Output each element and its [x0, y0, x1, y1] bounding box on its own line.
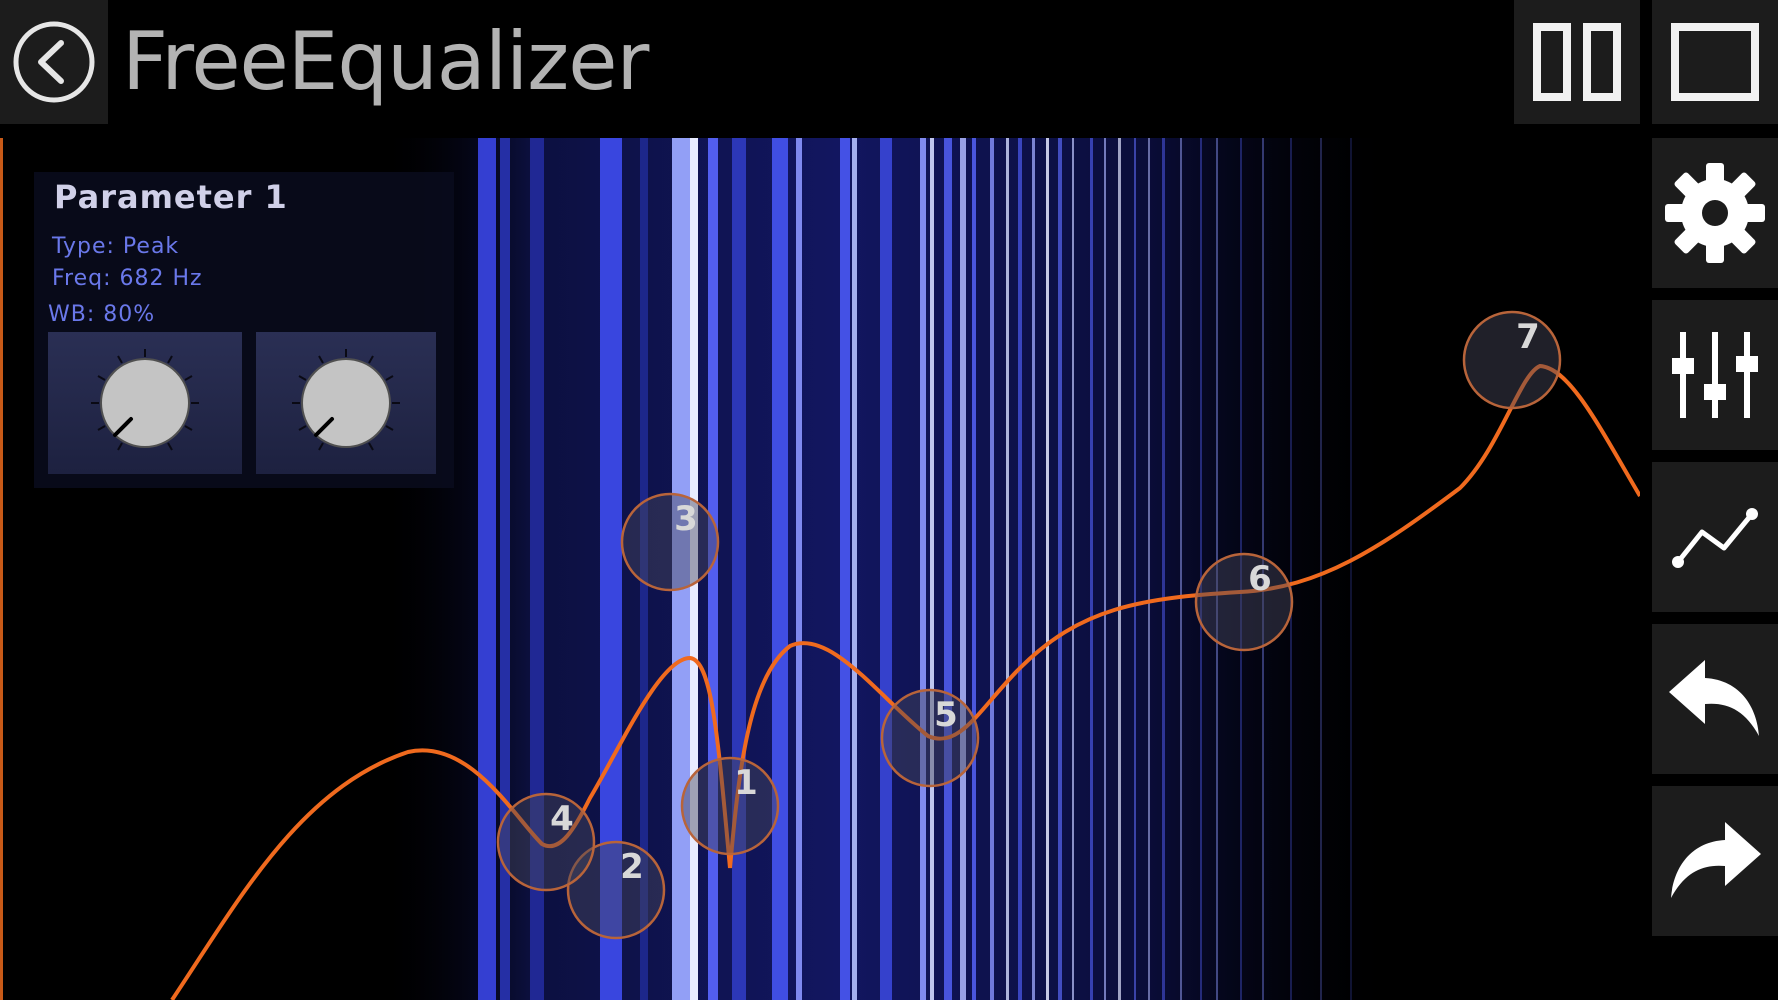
back-arrow-icon [13, 21, 95, 103]
eq-node-circle[interactable] [680, 756, 780, 856]
filter-type-label: Type: Peak [52, 234, 180, 259]
eq-node-circle[interactable] [1194, 552, 1294, 652]
spectrum-band [1072, 138, 1074, 1000]
spectrum-band [920, 138, 926, 1000]
eq-node-handle[interactable]: 7 [1462, 310, 1562, 410]
frequency-label: Freq: 682 Hz [52, 266, 203, 291]
knob-icon [91, 349, 199, 451]
fullscreen-button[interactable] [1652, 0, 1778, 124]
redo-button[interactable] [1652, 786, 1778, 936]
parameter-title: Parameter 1 [54, 178, 288, 216]
spectrum-band [960, 138, 966, 1000]
eq-node-label: 6 [1248, 559, 1272, 599]
spectrum-band [1032, 138, 1035, 1000]
undo-icon [1669, 660, 1759, 736]
spectrum-band [1046, 138, 1049, 1000]
spectrum-band [944, 138, 952, 1000]
spectrum-band [930, 138, 934, 1000]
eq-node-label: 2 [620, 847, 644, 887]
eq-node-label: 1 [734, 763, 758, 803]
spectrum-band [478, 138, 496, 1000]
fullscreen-icon [1671, 23, 1759, 101]
frequency-knob[interactable] [48, 332, 242, 474]
spectrum-band [1134, 138, 1136, 1000]
eq-node-circle[interactable] [620, 492, 720, 592]
spectrum-band [1148, 138, 1150, 1000]
spectrum-band [1350, 138, 1352, 1000]
spectrum-band [772, 138, 788, 1000]
eq-node-circle[interactable] [496, 792, 596, 892]
split-view-button[interactable] [1514, 0, 1640, 124]
spectrum-band [796, 138, 802, 1000]
eq-node-label: 5 [934, 695, 958, 735]
eq-node-circle[interactable] [1462, 310, 1562, 410]
graph-edge-marker [0, 138, 3, 1000]
spectrum-band [1162, 138, 1165, 1000]
spectrum-band [1200, 138, 1202, 1000]
spectrum-band [1118, 138, 1121, 1000]
eq-node-handle[interactable]: 6 [1194, 552, 1294, 652]
line-chart-icon [1672, 508, 1758, 568]
eq-node-label: 7 [1516, 317, 1540, 357]
back-button[interactable] [0, 0, 108, 124]
app-title: FreeEqualizer [122, 15, 649, 108]
eq-node-handle[interactable]: 5 [880, 688, 980, 788]
knob-icon [292, 349, 400, 451]
eq-node-label: 4 [550, 799, 574, 839]
spectrum-band [1290, 138, 1292, 1000]
eq-node-handle[interactable]: 1 [680, 756, 780, 856]
eq-node-handle[interactable]: 3 [620, 492, 720, 592]
spectrum-band [732, 138, 746, 1000]
sliders-icon [1672, 332, 1758, 418]
settings-button[interactable] [1652, 138, 1778, 288]
spectrum-band [1104, 138, 1106, 1000]
redo-icon [1671, 822, 1761, 898]
split-view-icon [1533, 23, 1621, 101]
spectrum-band [990, 138, 994, 1000]
spectrum-band [1320, 138, 1322, 1000]
undo-button[interactable] [1652, 624, 1778, 774]
spectrum-band [1180, 138, 1182, 1000]
spectrum-band [840, 138, 850, 1000]
spectrum-band [1058, 138, 1062, 1000]
parameter-panel: Parameter 1 Type: Peak Freq: 682 Hz WB: … [34, 172, 454, 488]
graph-mode-button[interactable] [1652, 462, 1778, 612]
spectrum-band [1006, 138, 1009, 1000]
spectrum-band [880, 138, 892, 1000]
app-window: FreeEqualizer 1 2 3 4 5 6 7 Parameter 1 … [0, 0, 1778, 1000]
spectrum-band [1090, 138, 1093, 1000]
eq-node-circle[interactable] [880, 688, 980, 788]
eq-node-label: 3 [674, 499, 698, 539]
wb-label: WB: 80% [48, 302, 156, 327]
mixer-button[interactable] [1652, 300, 1778, 450]
eq-node-handle[interactable]: 4 [496, 792, 596, 892]
spectrum-band [852, 138, 857, 1000]
gear-icon [1665, 163, 1765, 263]
spectrum-band [1018, 138, 1022, 1000]
bandwidth-knob[interactable] [256, 332, 436, 474]
spectrum-band [972, 138, 976, 1000]
